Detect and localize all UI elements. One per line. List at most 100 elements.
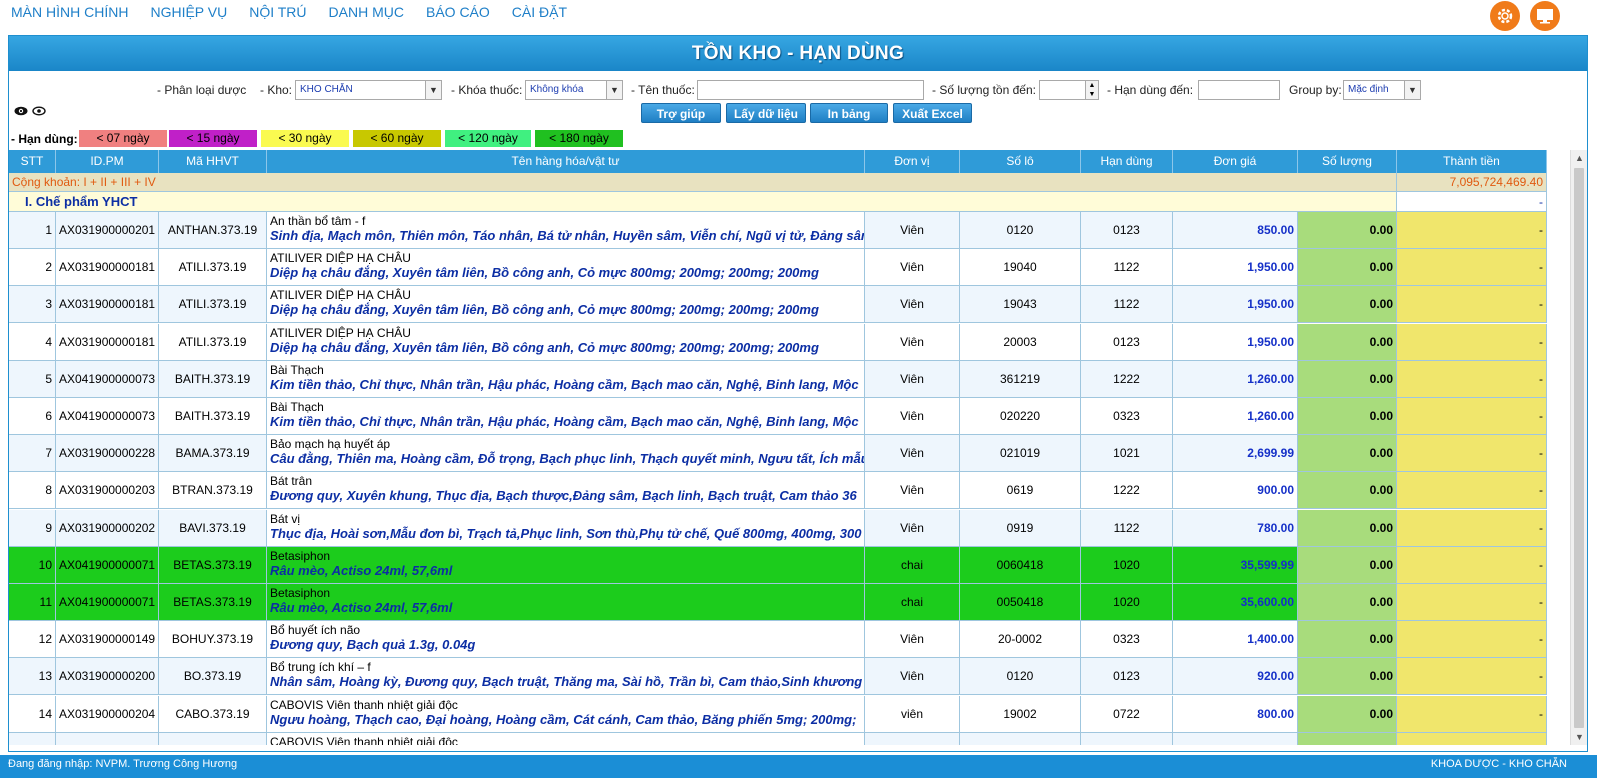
table-row[interactable]: 13 AX031900000200 BO.373.19 Bổ trung ích kh… xyxy=(9,658,1547,695)
table-row[interactable]: CABOVIS Viên thanh nhiệt giải độc xyxy=(9,733,1547,745)
han-dung-cell xyxy=(1081,733,1173,745)
table-row[interactable]: 2 AX031900000181 ATILI.373.19 ATILIVER DIỆP… xyxy=(9,249,1547,286)
so-luong-cell: 0.00 xyxy=(1298,398,1397,435)
menu-nghiep-vu[interactable]: NGHIỆP VỤ xyxy=(150,4,227,20)
table-row[interactable]: 7 AX031900000228 BAMA.373.19 Bảo mạch hạ hu… xyxy=(9,435,1547,472)
ma-hhvt-header[interactable]: Mã HHVT xyxy=(159,150,267,173)
menu-noi-tru[interactable]: NỘI TRÚ xyxy=(249,4,306,20)
stepper-arrows-icon[interactable]: ▲ ▼ xyxy=(1085,81,1098,99)
id-pm-cell: AX031900000200 xyxy=(56,658,159,695)
menu-bao-cao[interactable]: BÁO CÁO xyxy=(426,4,490,20)
id-pm-cell: AX031900000203 xyxy=(56,472,159,509)
phan-loai-duoc-label[interactable]: - Phân loại dược xyxy=(157,83,246,97)
ma-hhvt-cell: ATILI.373.19 xyxy=(159,286,267,323)
product-name-cell: ATILIVER DIỆP HẠ CHÂU Diệp hạ châu đắng, … xyxy=(267,324,865,361)
id-pm-cell xyxy=(56,733,159,745)
id-pm-cell: AX031900000149 xyxy=(56,621,159,658)
group-by-select[interactable]: Mặc định ▼ xyxy=(1343,80,1421,100)
table-row[interactable]: 12 AX031900000149 BOHUY.373.19 Bổ huyết ích… xyxy=(9,621,1547,658)
id-pm-cell: AX031900000181 xyxy=(56,249,159,286)
table-row[interactable]: 11 AX041900000071 BETAS.373.19 Betasiphon Râ… xyxy=(9,584,1547,621)
don-vi-header[interactable]: Đơn vị xyxy=(865,150,960,173)
product-name: Betasiphon xyxy=(270,586,331,600)
table-row[interactable]: 14 AX031900000204 CABO.373.19 CABOVIS Viên … xyxy=(9,696,1547,733)
stt-cell: 7 xyxy=(9,435,56,472)
khoa-thuoc-select-value: Không khóa xyxy=(530,84,584,95)
table-row[interactable]: 1 AX031900000201 ANTHAN.373.19 An thần bổ t… xyxy=(9,212,1547,249)
stt-cell: 10 xyxy=(9,547,56,584)
product-ingredients: Diệp hạ châu đắng, Xuyên tâm liên, Bồ cô… xyxy=(270,265,819,280)
product-name: Bổ huyết ích não xyxy=(270,623,361,637)
product-name: CABOVIS Viên thanh nhiệt giải độc xyxy=(270,735,458,745)
khoa-thuoc-select[interactable]: Không khóa ▼ xyxy=(525,80,623,100)
stt-cell: 12 xyxy=(9,621,56,658)
product-name-cell: ATILIVER DIỆP HẠ CHÂU Diệp hạ châu đắng, … xyxy=(267,249,865,286)
table-row[interactable]: 4 AX031900000181 ATILI.373.19 ATILIVER DIỆP… xyxy=(9,324,1547,361)
so-lo-cell: 0619 xyxy=(960,472,1081,509)
product-ingredients: Kim tiền thảo, Chỉ thực, Nhân trần, Hậu … xyxy=(270,377,859,392)
summary-label: Cộng khoản: I + II + III + IV xyxy=(9,173,1397,192)
menu-cai-dat[interactable]: CÀI ĐẶT xyxy=(512,4,567,20)
so-luong-stepper[interactable]: ▲ ▼ xyxy=(1039,80,1099,100)
product-ingredients: Sinh địa, Mạch môn, Thiên môn, Táo nhân,… xyxy=(270,228,865,243)
kho-select[interactable]: KHO CHẴN ▼ xyxy=(295,80,442,100)
id-pm-cell: AX031900000202 xyxy=(56,510,159,547)
group-total: - xyxy=(1397,192,1547,212)
so-lo-cell: 0120 xyxy=(960,212,1081,249)
product-ingredients: Ngưu hoàng, Thạch cao, Đại hoàng, Hoàng … xyxy=(270,712,857,727)
product-ingredients: Đương quy, Bạch quả 1.3g, 0.04g xyxy=(270,637,476,652)
han-dung-header[interactable]: Hạn dùng xyxy=(1081,150,1173,173)
han-dung-cell: 1020 xyxy=(1081,584,1173,621)
han-dung-den-input[interactable] xyxy=(1198,80,1280,100)
product-ingredients: Nhân sâm, Hoàng kỳ, Đương quy, Bạch truậ… xyxy=(270,674,863,689)
stt-cell: 5 xyxy=(9,361,56,398)
so-lo-header[interactable]: Số lô xyxy=(960,150,1081,173)
don-gia-cell: 1,260.00 xyxy=(1173,361,1298,398)
print-table-button[interactable]: In bảng xyxy=(810,103,888,123)
id-pm-header[interactable]: ID.PM xyxy=(56,150,159,173)
legend-chip: < 120 ngày xyxy=(445,130,531,147)
gear-icon[interactable] xyxy=(1490,1,1520,31)
monitor-icon[interactable] xyxy=(1530,1,1560,31)
table-row[interactable]: 5 AX041900000073 BAITH.373.19 Bài Thạch Kim … xyxy=(9,361,1547,398)
so-lo-cell: 0060418 xyxy=(960,547,1081,584)
don-gia-cell: 35,599.99 xyxy=(1173,547,1298,584)
menu-danh-muc[interactable]: DANH MỤC xyxy=(329,4,404,20)
so-luong-header[interactable]: Số lượng xyxy=(1298,150,1397,173)
get-data-button[interactable]: Lấy dữ liệu xyxy=(726,103,806,123)
ma-hhvt-cell: CABO.373.19 xyxy=(159,696,267,733)
ten-thuoc-input[interactable] xyxy=(697,80,924,100)
thanh-tien-cell: - xyxy=(1397,249,1547,286)
table-row[interactable]: 3 AX031900000181 ATILI.373.19 ATILIVER DIỆP… xyxy=(9,286,1547,323)
product-name-cell: Betasiphon Râu mèo, Actiso 24ml, 57,6ml xyxy=(267,584,865,621)
don-gia-header[interactable]: Đơn giá xyxy=(1173,150,1298,173)
table-row[interactable]: 9 AX031900000202 BAVI.373.19 Bát vị Thục địa… xyxy=(9,510,1547,547)
table-row[interactable]: 6 AX041900000073 BAITH.373.19 Bài Thạch Kim … xyxy=(9,398,1547,435)
han-dung-cell: 0323 xyxy=(1081,398,1173,435)
scroll-thumb[interactable] xyxy=(1574,168,1584,728)
export-excel-button[interactable]: Xuất Excel xyxy=(893,103,972,123)
scroll-up-icon[interactable]: ▲ xyxy=(1571,150,1587,166)
so-lo-cell: 361219 xyxy=(960,361,1081,398)
han-dung-cell: 0722 xyxy=(1081,696,1173,733)
ma-hhvt-cell: BETAS.373.19 xyxy=(159,547,267,584)
top-nav: MÀN HÌNH CHÍNH NGHIỆP VỤ NỘI TRÚ DANH MỤ… xyxy=(0,0,1597,34)
table-row[interactable]: 8 AX031900000203 BTRAN.373.19 Bát trân Đương… xyxy=(9,472,1547,509)
so-lo-cell: 021019 xyxy=(960,435,1081,472)
action-buttons: Trợ giúp Lấy dữ liệu In bảng Xuất Excel xyxy=(9,103,1587,123)
don-gia-cell: 1,400.00 xyxy=(1173,621,1298,658)
thanh-tien-header[interactable]: Thành tiền xyxy=(1397,150,1547,173)
product-ingredients: Kim tiền thảo, Chỉ thực, Nhân trần, Hậu … xyxy=(270,414,859,429)
stt-header[interactable]: STT xyxy=(9,150,56,173)
id-pm-cell: AX041900000071 xyxy=(56,584,159,621)
table-header: STT ID.PM Mã HHVT Tên hàng hóa/vật tư Đơn vị… xyxy=(9,150,1547,173)
scroll-down-icon[interactable]: ▼ xyxy=(1571,729,1587,745)
menu-man-hinh-chinh[interactable]: MÀN HÌNH CHÍNH xyxy=(11,4,128,20)
don-vi-cell: Viên xyxy=(865,621,960,658)
product-ingredients: Diệp hạ châu đắng, Xuyên tâm liên, Bồ cô… xyxy=(270,302,819,317)
vertical-scrollbar[interactable]: ▲ ▼ xyxy=(1570,150,1587,745)
table-row[interactable]: 10 AX041900000071 BETAS.373.19 Betasiphon Râ… xyxy=(9,547,1547,584)
ten-hang-hoa-header[interactable]: Tên hàng hóa/vật tư xyxy=(267,150,865,173)
help-button[interactable]: Trợ giúp xyxy=(641,103,721,123)
so-lo-cell: 20003 xyxy=(960,324,1081,361)
